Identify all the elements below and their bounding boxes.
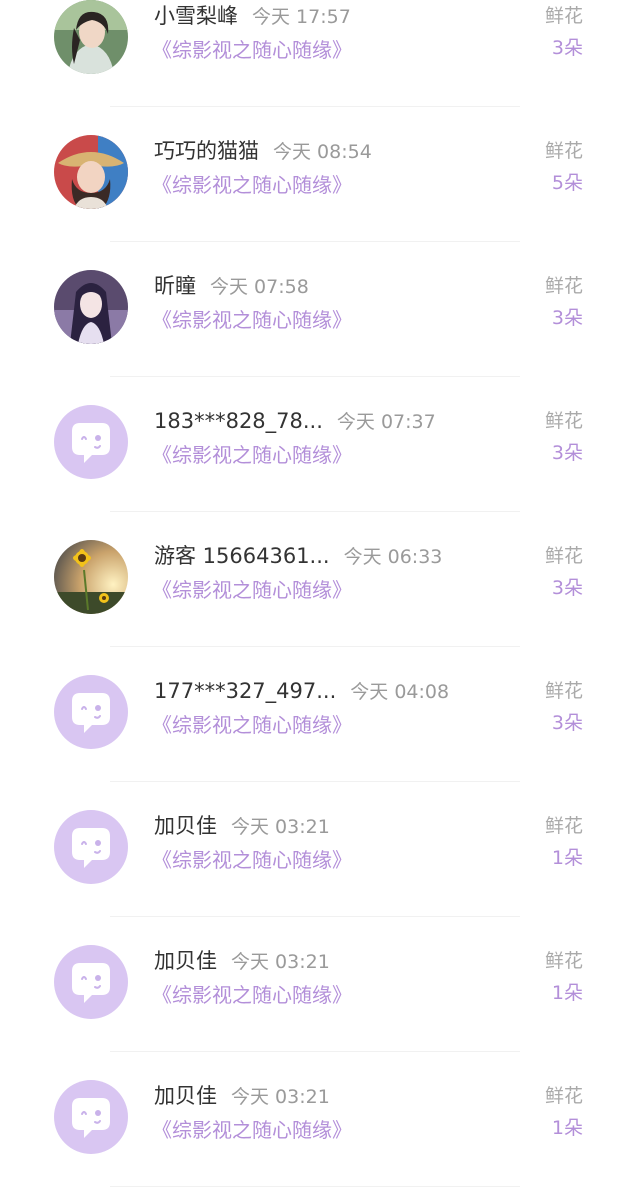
user-name: 游客 15664361... 今天 06:33 xyxy=(154,544,443,568)
gift-type-label: 鲜花 xyxy=(544,410,583,432)
work-title-link[interactable]: 《综影视之随心随缘》 xyxy=(152,981,352,1009)
timestamp: 今天 07:37 xyxy=(336,411,436,433)
list-item[interactable]: 巧巧的猫猫 今天 08:54 《综影视之随心随缘》 鲜花 5朵 xyxy=(0,107,640,242)
gift-count: 1朵 xyxy=(551,1117,583,1139)
timestamp: 今天 07:58 xyxy=(210,276,309,298)
gift-count: 3朵 xyxy=(551,307,583,329)
user-name: 加贝佳 今天 03:21 xyxy=(154,949,330,973)
gift-count: 5朵 xyxy=(551,172,583,194)
timestamp: 今天 17:57 xyxy=(252,6,351,28)
user-name: 小雪梨峰 今天 17:57 xyxy=(154,4,351,28)
timestamp: 今天 08:54 xyxy=(273,141,372,163)
user-name: 加贝佳 今天 03:21 xyxy=(154,814,330,838)
list-item[interactable]: 183***828_78... 今天 07:37 《综影视之随心随缘》 鲜花 3朵 xyxy=(0,377,640,512)
timestamp: 今天 03:21 xyxy=(231,1086,330,1108)
gift-type-label: 鲜花 xyxy=(544,950,583,972)
default-chat-bubble-avatar[interactable] xyxy=(54,675,128,749)
gift-type-label: 鲜花 xyxy=(544,1085,583,1107)
list-item[interactable]: 加贝佳 今天 03:21 《综影视之随心随缘》 鲜花 1朵 xyxy=(0,782,640,917)
gift-type-label: 鲜花 xyxy=(544,5,583,27)
timestamp: 今天 03:21 xyxy=(231,951,330,973)
user-name: 加贝佳 今天 03:21 xyxy=(154,1084,330,1108)
list-item[interactable]: 游客 15664361... 今天 06:33 《综影视之随心随缘》 鲜花 3朵 xyxy=(0,512,640,647)
list-item[interactable]: 小雪梨峰 今天 17:57 《综影视之随心随缘》 鲜花 3朵 xyxy=(0,0,640,107)
gift-type-label: 鲜花 xyxy=(544,680,583,702)
timestamp: 今天 06:33 xyxy=(343,546,443,568)
gift-count: 3朵 xyxy=(551,577,583,599)
list-item[interactable]: 昕瞳 今天 07:58 《综影视之随心随缘》 鲜花 3朵 xyxy=(0,242,640,377)
list-item[interactable]: 177***327_497... 今天 04:08 《综影视之随心随缘》 鲜花 3… xyxy=(0,647,640,782)
work-title-link[interactable]: 《综影视之随心随缘》 xyxy=(152,441,352,469)
list-item[interactable]: 加贝佳 今天 03:21 《综影视之随心随缘》 鲜花 1朵 xyxy=(0,917,640,1052)
timestamp: 今天 03:21 xyxy=(231,816,330,838)
work-title-link[interactable]: 《综影视之随心随缘》 xyxy=(152,306,352,334)
gift-record-list: 小雪梨峰 今天 17:57 《综影视之随心随缘》 鲜花 3朵 巧巧的猫猫 今天 08… xyxy=(0,0,640,1187)
list-item[interactable]: 加贝佳 今天 03:21 《综影视之随心随缘》 鲜花 1朵 xyxy=(0,1052,640,1187)
work-title-link[interactable]: 《综影视之随心随缘》 xyxy=(152,576,352,604)
user-name: 183***828_78... 今天 07:37 xyxy=(154,409,436,433)
user-name: 177***327_497... 今天 04:08 xyxy=(154,679,450,703)
gift-count: 3朵 xyxy=(551,712,583,734)
gift-type-label: 鲜花 xyxy=(544,140,583,162)
work-title-link[interactable]: 《综影视之随心随缘》 xyxy=(152,846,352,874)
work-title-link[interactable]: 《综影视之随心随缘》 xyxy=(152,36,352,64)
gift-count: 3朵 xyxy=(551,442,583,464)
gift-count: 1朵 xyxy=(551,847,583,869)
work-title-link[interactable]: 《综影视之随心随缘》 xyxy=(152,171,352,199)
work-title-link[interactable]: 《综影视之随心随缘》 xyxy=(152,711,352,739)
work-title-link[interactable]: 《综影视之随心随缘》 xyxy=(152,1116,352,1144)
photo-young-man-avatar[interactable] xyxy=(54,0,128,74)
default-chat-bubble-avatar[interactable] xyxy=(54,810,128,884)
user-name: 昕瞳 今天 07:58 xyxy=(154,274,309,298)
timestamp: 今天 04:08 xyxy=(350,681,450,703)
gift-count: 1朵 xyxy=(551,982,583,1004)
default-chat-bubble-avatar[interactable] xyxy=(54,945,128,1019)
gift-type-label: 鲜花 xyxy=(544,815,583,837)
gift-type-label: 鲜花 xyxy=(544,545,583,567)
default-chat-bubble-avatar[interactable] xyxy=(54,405,128,479)
photo-woman-straw-hat-avatar[interactable] xyxy=(54,135,128,209)
gift-type-label: 鲜花 xyxy=(544,275,583,297)
sunflower-avatar[interactable] xyxy=(54,540,128,614)
user-name: 巧巧的猫猫 今天 08:54 xyxy=(154,139,372,163)
anime-girl-avatar[interactable] xyxy=(54,270,128,344)
default-chat-bubble-avatar[interactable] xyxy=(54,1080,128,1154)
gift-count: 3朵 xyxy=(551,37,583,59)
